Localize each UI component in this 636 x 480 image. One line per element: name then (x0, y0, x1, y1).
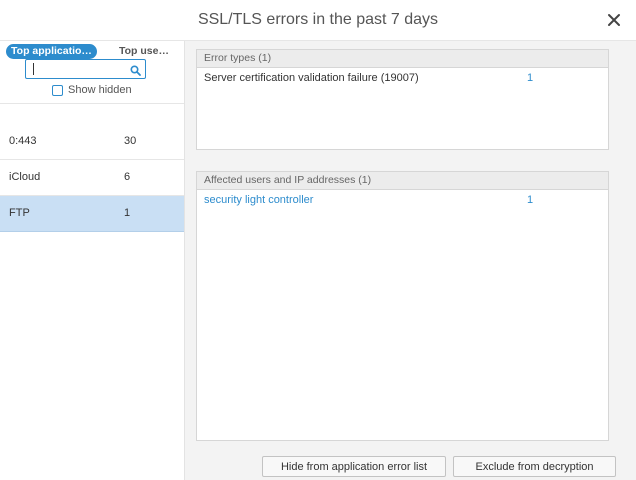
application-name: FTP (9, 207, 30, 219)
error-type-label: Server certification validation failure … (204, 72, 419, 84)
application-row[interactable]: iCloud 6 (0, 160, 184, 196)
hide-from-error-list-button[interactable]: Hide from application error list (262, 456, 446, 477)
error-type-row: Server certification validation failure … (197, 68, 608, 84)
checkbox-icon[interactable] (52, 84, 63, 96)
application-name: iCloud (9, 171, 41, 183)
show-hidden-toggle[interactable]: Show hidden (52, 83, 132, 97)
tab-top-users[interactable]: Top use… (108, 44, 180, 59)
error-types-header: Error types (1) (197, 50, 608, 68)
application-count: 1 (124, 207, 131, 219)
details-area: Error types (1) Server certification val… (185, 41, 636, 480)
left-panel: Top applicatio… Top use… Show hidden 0:4… (0, 41, 185, 480)
ssl-errors-dialog: SSL/TLS errors in the past 7 days Top ap… (0, 0, 636, 480)
text-caret (33, 63, 34, 75)
application-row[interactable]: 0:443 30 (0, 124, 184, 160)
affected-user-row: security light controller 1 (197, 190, 608, 206)
affected-users-panel: Affected users and IP addresses (1) secu… (196, 171, 609, 441)
dialog-header: SSL/TLS errors in the past 7 days (0, 0, 636, 41)
close-icon[interactable] (606, 12, 622, 28)
search-icon[interactable] (130, 63, 141, 76)
divider (0, 103, 184, 104)
tab-bar: Top applicatio… Top use… (0, 41, 184, 61)
affected-users-header: Affected users and IP addresses (1) (197, 172, 608, 190)
application-name: 0:443 (9, 135, 37, 147)
show-hidden-label: Show hidden (68, 84, 132, 96)
search-box[interactable] (25, 59, 146, 79)
search-input[interactable] (36, 61, 126, 75)
affected-user-link[interactable]: security light controller (204, 194, 313, 206)
application-count: 6 (124, 171, 131, 183)
affected-user-count[interactable]: 1 (527, 194, 533, 206)
exclude-from-decryption-button[interactable]: Exclude from decryption (453, 456, 616, 477)
error-types-panel: Error types (1) Server certification val… (196, 49, 609, 150)
dialog-title: SSL/TLS errors in the past 7 days (197, 11, 439, 28)
tab-top-applications[interactable]: Top applicatio… (6, 44, 97, 59)
error-type-count[interactable]: 1 (527, 72, 533, 84)
application-count: 30 (124, 135, 137, 147)
application-row-selected[interactable]: FTP 1 (0, 196, 184, 232)
